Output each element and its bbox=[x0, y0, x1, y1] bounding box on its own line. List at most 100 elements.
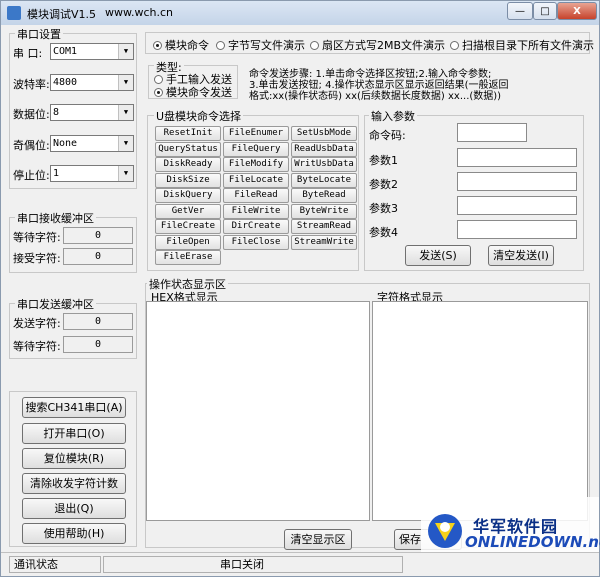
radio-dot-icon bbox=[216, 41, 225, 50]
databits-label: 数据位: bbox=[13, 108, 50, 121]
tx-waiting-label: 等待字符: bbox=[13, 340, 61, 353]
title-bar[interactable]: 模块调试V1.5 www.wch.cn — □ X bbox=[1, 1, 599, 25]
usb-cmd-button[interactable]: ByteLocate bbox=[291, 172, 357, 188]
status-bar: 通讯状态 串口关闭 bbox=[1, 552, 599, 577]
stopbits-select[interactable]: 1 ▼ bbox=[50, 165, 134, 182]
databits-select[interactable]: 8 ▼ bbox=[50, 104, 134, 121]
usb-cmd-button[interactable]: DiskSize bbox=[155, 172, 221, 188]
usb-cmd-button[interactable]: StreamRead bbox=[291, 219, 357, 234]
main-window: 模块调试V1.5 www.wch.cn — □ X 串口设置 串 口: COM1… bbox=[0, 0, 600, 577]
usb-cmd-button[interactable]: ByteWrite bbox=[291, 203, 357, 219]
usb-cmd-button[interactable]: FileErase bbox=[155, 250, 221, 265]
usb-cmd-button[interactable]: DirCreate bbox=[223, 219, 289, 234]
usb-cmd-button[interactable]: GetVer bbox=[155, 203, 221, 219]
reset-module-button[interactable]: 复位模块(R) bbox=[22, 448, 126, 469]
tx-sent-value: 0 bbox=[63, 313, 133, 330]
port-value: COM1 bbox=[53, 46, 78, 57]
parity-value: None bbox=[53, 138, 78, 149]
radio-byte-write-label: 字节写文件演示 bbox=[228, 39, 305, 52]
usb-cmd-button[interactable]: ResetInit bbox=[155, 126, 221, 141]
open-port-button[interactable]: 打开串口(O) bbox=[22, 423, 126, 444]
close-button[interactable]: X bbox=[557, 2, 597, 20]
chevron-down-icon[interactable]: ▼ bbox=[118, 136, 133, 151]
port-status: 串口关闭 bbox=[103, 556, 403, 573]
usb-cmd-button[interactable]: WritUsbData bbox=[291, 157, 357, 172]
usb-cmd-button[interactable]: DiskQuery bbox=[155, 188, 221, 203]
params-title: 输入参数 bbox=[369, 108, 417, 124]
chevron-down-icon[interactable]: ▼ bbox=[118, 44, 133, 59]
radio-dot-icon bbox=[153, 41, 162, 50]
radio-sector-write[interactable]: 扇区方式写2MB文件演示 bbox=[310, 37, 445, 53]
usb-cmd-button[interactable]: FileRead bbox=[223, 188, 289, 203]
instruction-line-3: 格式:xx(操作状态码) xx(后续数据长度数据) xx...(数据)) bbox=[249, 91, 502, 102]
usb-cmd-button[interactable]: ReadUsbData bbox=[291, 141, 357, 157]
param1-label: 参数1 bbox=[369, 154, 398, 167]
port-label: 串 口: bbox=[13, 47, 43, 60]
usb-cmd-button[interactable]: SetUsbMode bbox=[291, 126, 357, 141]
window-title: 模块调试V1.5 bbox=[27, 8, 97, 21]
cmd-code-input[interactable] bbox=[457, 123, 527, 142]
stopbits-value: 1 bbox=[53, 168, 60, 179]
comm-status: 通讯状态 bbox=[9, 556, 101, 573]
clear-send-button[interactable]: 清空发送(I) bbox=[488, 245, 554, 266]
radio-scan-root-label: 扫描根目录下所有文件演示 bbox=[462, 39, 594, 52]
search-ch341-button[interactable]: 搜索CH341串口(A) bbox=[22, 397, 126, 418]
param2-input[interactable] bbox=[457, 172, 577, 191]
baud-select[interactable]: 4800 ▼ bbox=[50, 74, 134, 91]
radio-dot-icon bbox=[154, 88, 163, 97]
tx-sent-label: 发送字符: bbox=[13, 317, 61, 330]
usb-cmd-button[interactable]: ByteRead bbox=[291, 188, 357, 203]
maximize-button[interactable]: □ bbox=[533, 2, 557, 20]
stopbits-label: 停止位: bbox=[13, 169, 50, 182]
databits-value: 8 bbox=[53, 107, 60, 118]
radio-module-cmd[interactable]: 模块命令 bbox=[153, 37, 209, 53]
rx-received-value: 0 bbox=[63, 248, 133, 265]
watermark: 华军软件园 ONLINEDOWN.net bbox=[421, 497, 600, 552]
radio-scan-root[interactable]: 扫描根目录下所有文件演示 bbox=[450, 37, 594, 53]
usb-cmd-button[interactable]: FileClose bbox=[223, 234, 289, 250]
parity-select[interactable]: None ▼ bbox=[50, 135, 134, 152]
clear-counter-button[interactable]: 清除收发字符计数 bbox=[22, 473, 126, 494]
app-icon bbox=[7, 6, 21, 20]
chevron-down-icon[interactable]: ▼ bbox=[118, 166, 133, 181]
param1-input[interactable] bbox=[457, 148, 577, 167]
chevron-down-icon[interactable]: ▼ bbox=[118, 105, 133, 120]
param2-label: 参数2 bbox=[369, 178, 398, 191]
usb-cmd-button[interactable]: FileOpen bbox=[155, 234, 221, 250]
param4-input[interactable] bbox=[457, 220, 577, 239]
help-button[interactable]: 使用帮助(H) bbox=[22, 523, 126, 544]
clear-display-button[interactable]: 清空显示区 bbox=[284, 529, 352, 550]
watermark-en-text: ONLINEDOWN.net bbox=[465, 533, 600, 551]
radio-dot-icon bbox=[450, 41, 459, 50]
param3-input[interactable] bbox=[457, 196, 577, 215]
usb-cmd-button[interactable]: FileWrite bbox=[223, 203, 289, 219]
rx-buffer-title: 串口接收缓冲区 bbox=[15, 210, 96, 226]
usb-cmd-button[interactable]: StreamWrite bbox=[291, 234, 357, 250]
usb-cmd-button[interactable]: FileQuery bbox=[223, 141, 289, 157]
baud-value: 4800 bbox=[53, 77, 78, 88]
serial-settings-title: 串口设置 bbox=[15, 26, 63, 42]
usb-cmd-button[interactable]: FileCreate bbox=[155, 219, 221, 234]
tx-waiting-value: 0 bbox=[63, 336, 133, 353]
parity-label: 奇偶位: bbox=[13, 139, 50, 152]
char-display-area[interactable] bbox=[372, 301, 588, 521]
usb-cmd-button[interactable]: FileModify bbox=[223, 157, 289, 172]
radio-module-send-label: 模块命令发送 bbox=[166, 86, 232, 99]
usb-cmd-button[interactable]: FileEnumer bbox=[223, 126, 289, 141]
usb-command-title: U盘模块命令选择 bbox=[154, 108, 244, 124]
minimize-button[interactable]: — bbox=[507, 2, 533, 20]
cmd-code-label: 命令码: bbox=[369, 129, 406, 142]
exit-button[interactable]: 退出(Q) bbox=[22, 498, 126, 519]
radio-byte-write[interactable]: 字节写文件演示 bbox=[216, 37, 305, 53]
radio-module-send[interactable]: 模块命令发送 bbox=[154, 84, 232, 100]
rx-received-label: 接受字符: bbox=[13, 252, 61, 265]
port-select[interactable]: COM1 ▼ bbox=[50, 43, 134, 60]
chevron-down-icon[interactable]: ▼ bbox=[118, 75, 133, 90]
hex-display-area[interactable] bbox=[146, 301, 370, 521]
radio-dot-icon bbox=[154, 75, 163, 84]
send-button[interactable]: 发送(S) bbox=[405, 245, 471, 266]
usb-cmd-button[interactable]: QueryStatus bbox=[155, 141, 221, 157]
usb-cmd-button[interactable]: DiskReady bbox=[155, 157, 221, 172]
radio-sector-write-label: 扇区方式写2MB文件演示 bbox=[322, 39, 446, 52]
usb-cmd-button[interactable]: FileLocate bbox=[223, 172, 289, 188]
